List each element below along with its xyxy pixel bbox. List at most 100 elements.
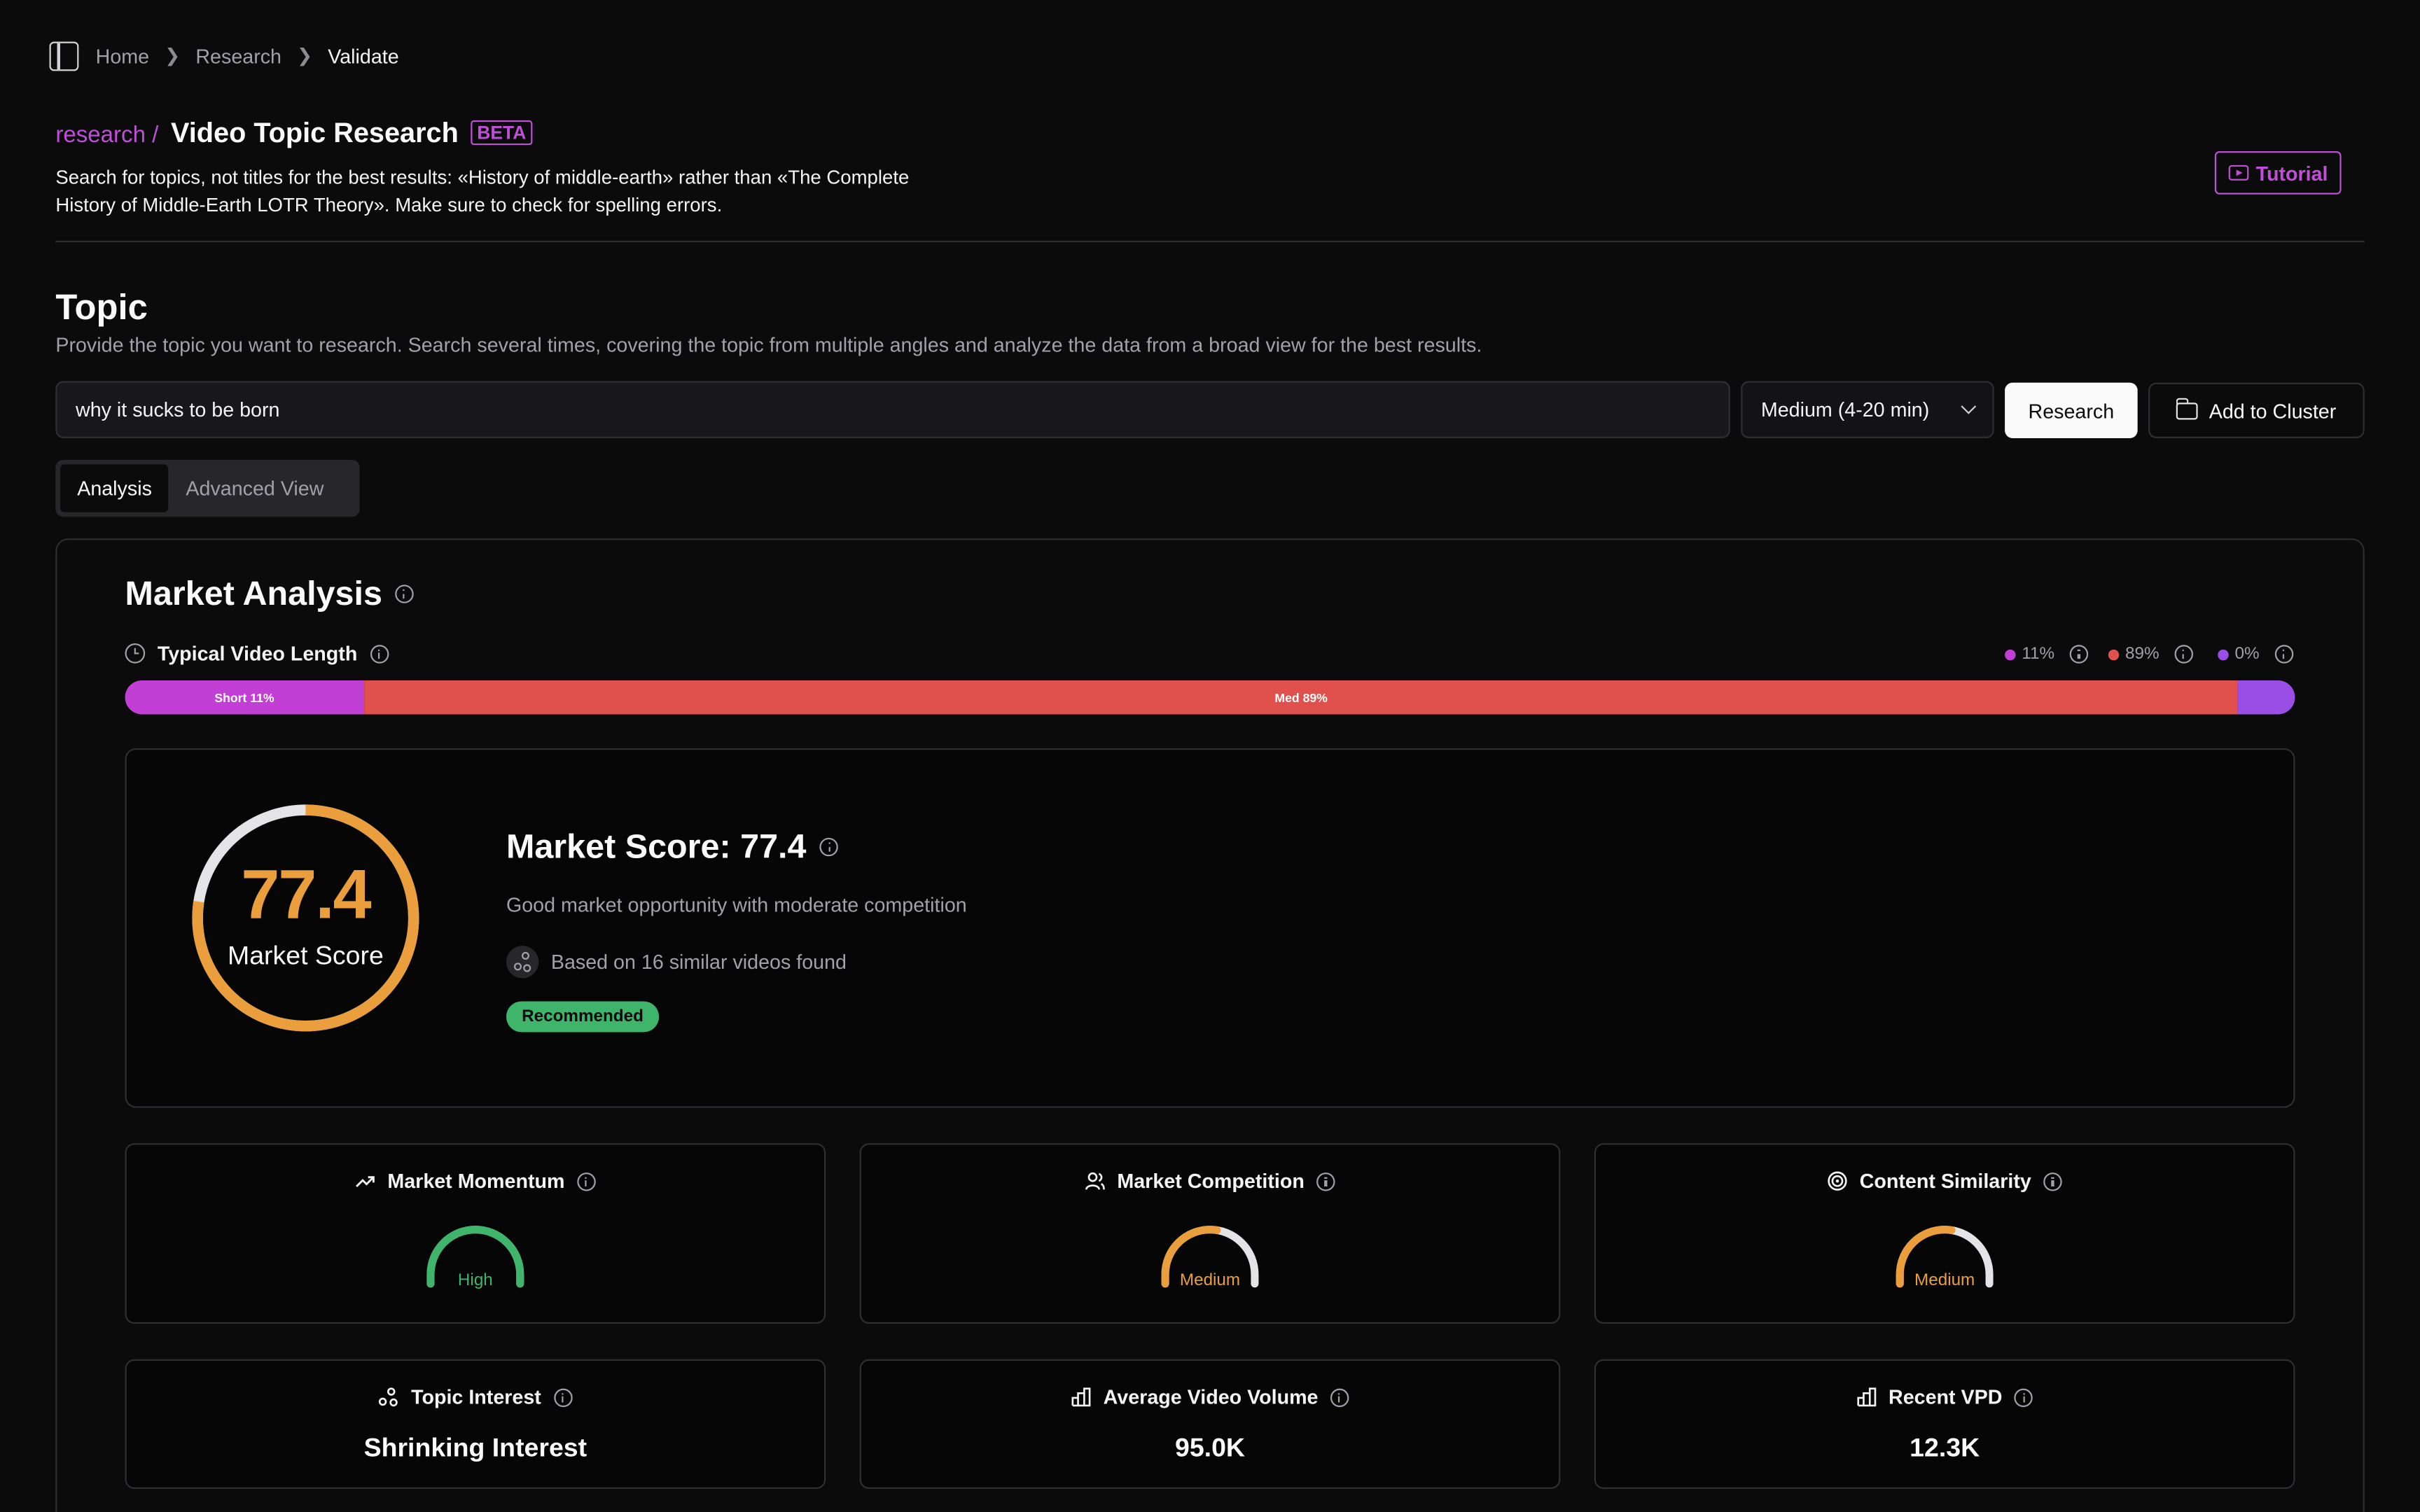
legend-medium: 89%: [2108, 645, 2194, 664]
page-description: Search for topics, not titles for the be…: [55, 164, 1013, 219]
tutorial-label: Tutorial: [2255, 161, 2328, 185]
info-icon[interactable]: [2174, 645, 2194, 664]
market-analysis-heading: Market Analysis: [125, 574, 414, 614]
page-description-line: Search for topics, not titles for the be…: [55, 167, 910, 188]
video-length-select-value: Medium (4-20 min): [1760, 398, 1930, 421]
typical-video-length-label: Typical Video Length: [157, 641, 358, 665]
market-analysis-title: Market Analysis: [125, 573, 382, 613]
bar-chart-icon: [1071, 1387, 1091, 1407]
recommended-badge: Recommended: [506, 1001, 660, 1032]
recent-vpd-title: Recent VPD: [1889, 1385, 2003, 1409]
info-icon[interactable]: [1316, 1171, 1335, 1191]
video-length-select[interactable]: Medium (4-20 min): [1741, 381, 1994, 438]
market-score-value: 77.4: [241, 855, 371, 934]
clock-icon: [125, 643, 146, 664]
market-momentum-title: Market Momentum: [387, 1169, 565, 1193]
topic-interest-card: Topic Interest Shrinking Interest: [125, 1359, 826, 1489]
similar-videos-text: Based on 16 similar videos found: [550, 950, 847, 974]
video-length-segment: [2238, 680, 2295, 715]
target-icon: [1828, 1171, 1847, 1191]
market-score-title: Market Score: 77.4: [506, 827, 807, 866]
nodes-icon: [379, 1387, 398, 1407]
legend-short: 11%: [2005, 645, 2089, 664]
topic-interest-value: Shrinking Interest: [363, 1433, 587, 1463]
legend-dot: [2218, 648, 2229, 660]
chevron-right-icon: ❯: [297, 44, 313, 66]
topic-heading: Topic: [55, 286, 148, 328]
breadcrumb-validate: Validate: [328, 43, 399, 67]
video-length-segment: Med 89%: [363, 680, 2239, 715]
market-score-description: Good market opportunity with moderate co…: [506, 893, 967, 917]
market-competition-level: Medium: [1179, 1271, 1241, 1290]
info-icon[interactable]: [2043, 1171, 2062, 1191]
sidebar-toggle-icon[interactable]: [49, 41, 79, 71]
folder-icon: [2176, 397, 2199, 419]
market-score-ring: 77.4 Market Score: [191, 802, 419, 1034]
content-similarity-level: Medium: [1914, 1271, 1975, 1290]
trending-up-icon: [356, 1176, 375, 1187]
market-momentum-card: Market Momentum High: [125, 1143, 826, 1324]
legend-dot: [2108, 648, 2120, 660]
view-tabs: Analysis Advanced View: [55, 459, 360, 517]
page-title: Video Topic Research: [170, 116, 459, 148]
content-similarity-title: Content Similarity: [1859, 1169, 2031, 1193]
bar-chart-icon: [1856, 1387, 1876, 1407]
breadcrumb-research[interactable]: Research: [195, 44, 281, 67]
tab-analysis[interactable]: Analysis: [60, 464, 169, 512]
breadcrumb-home[interactable]: Home: [96, 44, 149, 67]
users-icon: [1085, 1172, 1105, 1190]
card-header: Topic Interest: [127, 1385, 824, 1408]
legend-long: 0%: [2218, 645, 2294, 664]
average-video-volume-title: Average Video Volume: [1103, 1385, 1319, 1409]
info-icon[interactable]: [553, 1387, 572, 1407]
average-video-volume-value: 95.0K: [1174, 1433, 1246, 1463]
video-length-segment: Short 11%: [125, 680, 364, 715]
info-icon[interactable]: [2015, 1387, 2033, 1407]
legend-long-value: 0%: [2234, 645, 2260, 664]
market-score-card: [125, 748, 2295, 1108]
page-slug[interactable]: research /: [55, 121, 158, 147]
content-similarity-card: Content Similarity Medium: [1594, 1143, 2295, 1324]
tutorial-button[interactable]: Tutorial: [2214, 150, 2342, 195]
market-momentum-level: High: [457, 1271, 493, 1290]
card-header: Recent VPD: [1596, 1385, 2293, 1408]
typical-video-length-header: Typical Video Length: [125, 642, 389, 665]
info-icon[interactable]: [2070, 645, 2089, 664]
tab-advanced-view[interactable]: Advanced View: [169, 464, 340, 512]
legend-dot: [2005, 648, 2016, 660]
video-length-bar: Short 11% Med 89%: [125, 680, 2295, 715]
market-competition-title: Market Competition: [1117, 1169, 1305, 1193]
legend-medium-value: 89%: [2125, 645, 2160, 664]
header-divider: [55, 240, 2365, 243]
legend-short-value: 11%: [2022, 645, 2055, 664]
topic-input[interactable]: why it sucks to be born: [55, 381, 1730, 438]
info-icon[interactable]: [369, 644, 389, 663]
average-video-volume-card: Average Video Volume 95.0K: [859, 1359, 1561, 1489]
recent-vpd-value: 12.3K: [1910, 1433, 1980, 1463]
info-icon[interactable]: [394, 584, 414, 603]
market-score-heading: Market Score: 77.4: [506, 827, 839, 867]
info-icon[interactable]: [1330, 1387, 1349, 1407]
beta-badge: BETA: [471, 120, 533, 146]
chevron-right-icon: ❯: [165, 44, 181, 66]
add-to-cluster-button[interactable]: Add to Cluster: [2148, 382, 2365, 438]
market-competition-card: Market Competition Medium: [859, 1143, 1561, 1324]
chevron-down-icon: [1961, 398, 1977, 414]
card-header: Content Similarity: [1596, 1170, 2293, 1193]
page-header: research / Video Topic Research BETA Sea…: [55, 111, 1013, 219]
nodes-icon: [506, 946, 539, 979]
info-icon[interactable]: [820, 837, 839, 857]
youtube-icon: [2227, 164, 2248, 181]
card-header: Market Momentum: [127, 1170, 824, 1193]
info-icon[interactable]: [2274, 645, 2294, 664]
info-icon[interactable]: [577, 1171, 596, 1191]
recent-vpd-card: Recent VPD 12.3K: [1594, 1359, 2295, 1489]
add-to-cluster-label: Add to Cluster: [2209, 398, 2337, 422]
page-description-line: History of Middle-Earth LOTR Theory». Ma…: [55, 194, 723, 216]
similar-videos-note: Based on 16 similar videos found: [506, 946, 847, 979]
breadcrumb: Home ❯ Research ❯ Validate: [49, 40, 399, 71]
market-score-ring-label: Market Score: [227, 941, 384, 971]
topic-description: Provide the topic you want to research. …: [55, 333, 1482, 357]
topic-interest-title: Topic Interest: [411, 1385, 541, 1409]
research-button[interactable]: Research: [2005, 382, 2138, 438]
